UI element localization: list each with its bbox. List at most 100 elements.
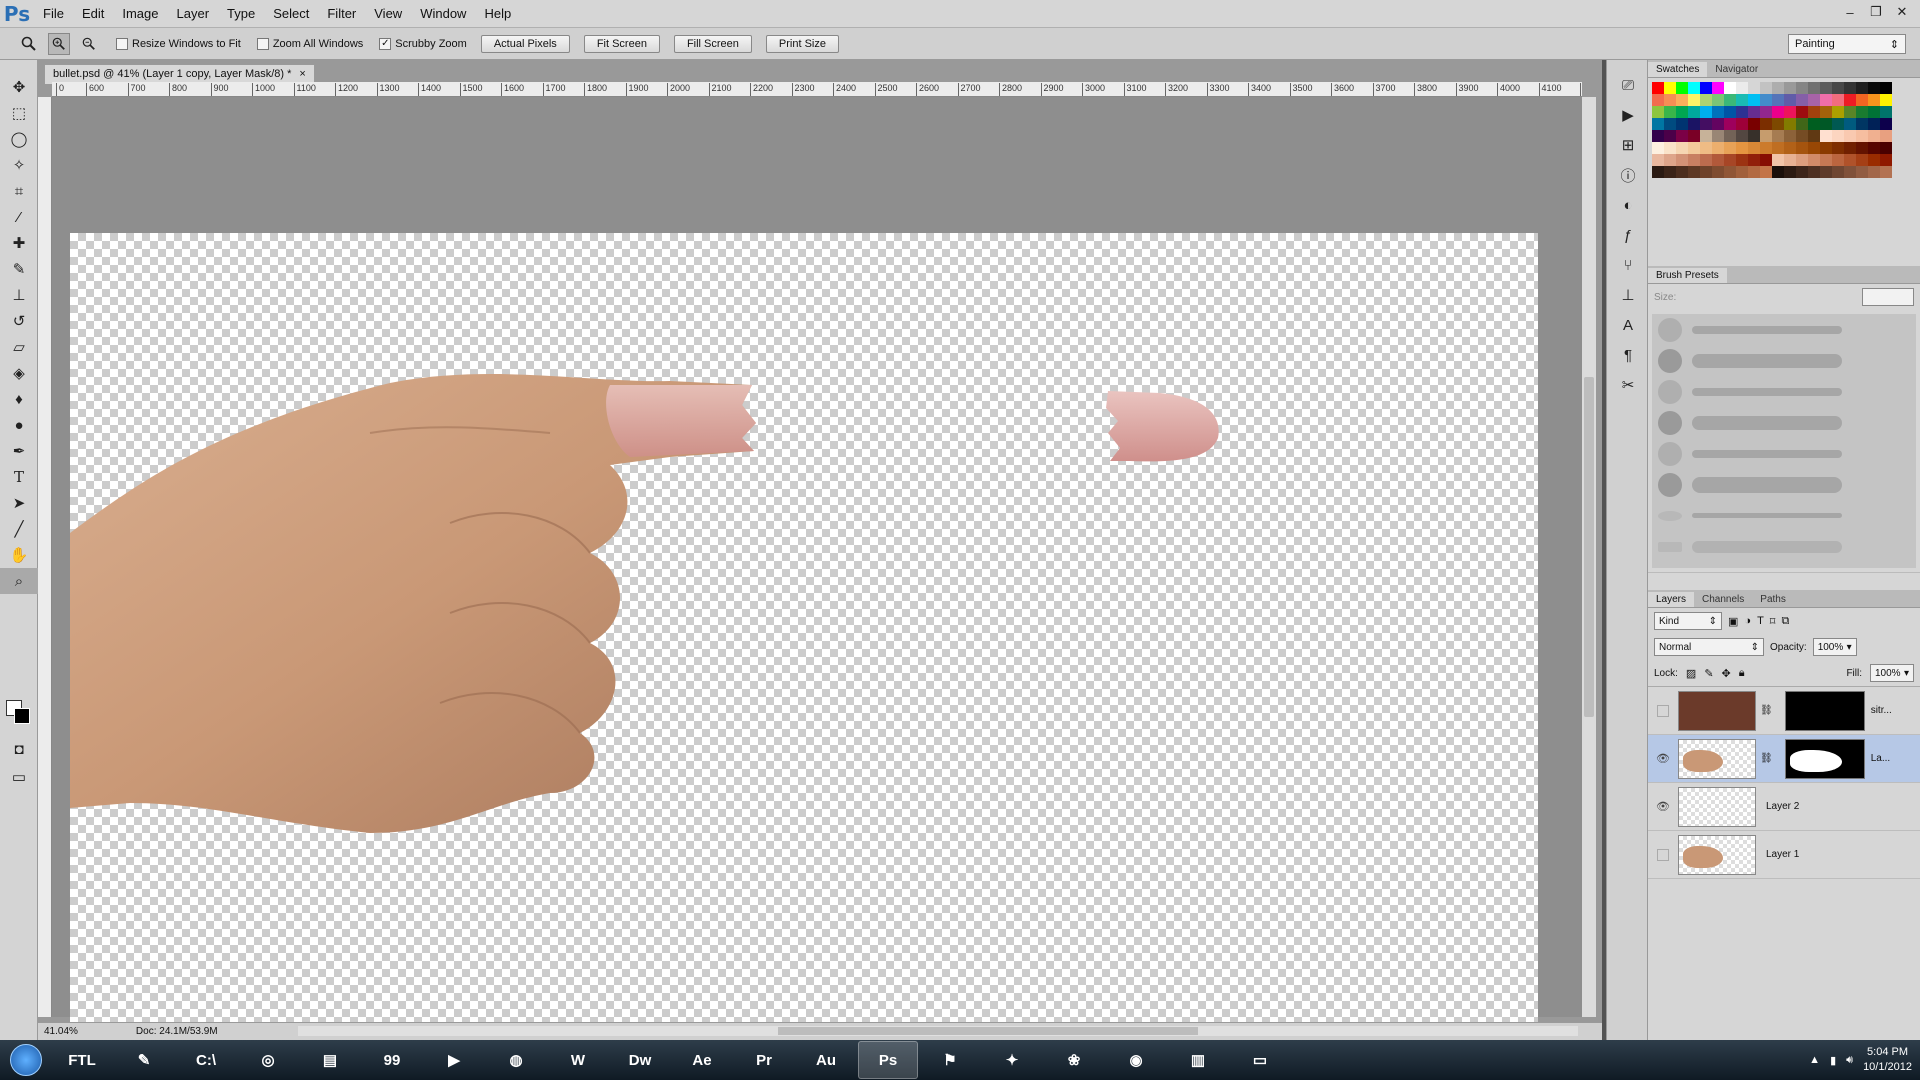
swatch-cell[interactable] (1784, 166, 1796, 178)
swatch-cell[interactable] (1784, 106, 1796, 118)
tab-navigator[interactable]: Navigator (1707, 62, 1766, 77)
restore-icon[interactable]: ❐ (1864, 2, 1888, 22)
swatch-cell[interactable] (1832, 154, 1844, 166)
tab-paths[interactable]: Paths (1752, 592, 1794, 607)
lock-transparency-icon[interactable]: ▨ (1686, 667, 1696, 680)
filter-adjustment-icon[interactable]: ◑ (1744, 615, 1751, 627)
checkbox-checked[interactable]: ✓ (379, 37, 392, 50)
taskbar-app-icon[interactable]: ✦ (982, 1041, 1042, 1079)
swatch-cell[interactable] (1868, 166, 1880, 178)
swatch-cell[interactable] (1664, 166, 1676, 178)
swatch-cell[interactable] (1700, 82, 1712, 94)
taskbar-app-icon[interactable]: ▥ (1168, 1041, 1228, 1079)
swatch-cell[interactable] (1712, 94, 1724, 106)
layer-row[interactable]: ⛓ sitr... (1648, 687, 1920, 735)
document-tab[interactable]: bullet.psd @ 41% (Layer 1 copy, Layer Ma… (44, 64, 315, 84)
swatch-cell[interactable] (1772, 118, 1784, 130)
swatch-cell[interactable] (1796, 118, 1808, 130)
menu-view[interactable]: View (365, 0, 411, 28)
scrubby-zoom-checkbox[interactable]: ✓ Scrubby Zoom (379, 37, 467, 50)
swatch-cell[interactable] (1760, 106, 1772, 118)
swatch-cell[interactable] (1700, 154, 1712, 166)
swatch-cell[interactable] (1772, 166, 1784, 178)
tab-swatches[interactable]: Swatches (1648, 62, 1708, 77)
magic-wand-tool-icon[interactable]: ✧ (0, 152, 38, 178)
canvas[interactable] (70, 233, 1538, 1053)
horizontal-scroll-thumb[interactable] (778, 1027, 1198, 1035)
swatch-cell[interactable] (1796, 166, 1808, 178)
swatch-cell[interactable] (1712, 118, 1724, 130)
swatch-cell[interactable] (1664, 118, 1676, 130)
swatch-cell[interactable] (1844, 166, 1856, 178)
lock-all-icon[interactable]: 🔒︎ (1739, 667, 1745, 680)
swatch-cell[interactable] (1652, 106, 1664, 118)
tab-channels[interactable]: Channels (1694, 592, 1752, 607)
visibility-toggle[interactable] (1657, 704, 1669, 717)
swatch-cell[interactable] (1652, 82, 1664, 94)
swatch-cell[interactable] (1748, 130, 1760, 142)
swatch-cell[interactable] (1868, 118, 1880, 130)
menu-window[interactable]: Window (411, 0, 475, 28)
swatch-cell[interactable] (1796, 106, 1808, 118)
swatch-cell[interactable] (1736, 154, 1748, 166)
tab-brush-presets[interactable]: Brush Presets (1648, 268, 1727, 283)
taskbar-app-icon[interactable]: ✎ (114, 1041, 174, 1079)
path-selection-tool-icon[interactable]: ➤ (0, 490, 38, 516)
swatch-cell[interactable] (1712, 142, 1724, 154)
filter-pixel-icon[interactable]: ▣ (1728, 615, 1738, 628)
brush-preset-item[interactable] (1652, 376, 1916, 407)
swatch-cell[interactable] (1784, 154, 1796, 166)
swatch-cell[interactable] (1784, 82, 1796, 94)
swatch-cell[interactable] (1664, 154, 1676, 166)
taskbar-app-icon[interactable]: ◎ (238, 1041, 298, 1079)
swatch-cell[interactable] (1760, 154, 1772, 166)
move-tool-icon[interactable]: ✥ (0, 74, 38, 100)
kind-filter-select[interactable]: Kind ⇕ (1654, 612, 1722, 630)
paragraph-panel-icon[interactable]: ¶ (1607, 340, 1649, 370)
swatch-cell[interactable] (1772, 106, 1784, 118)
vertical-scroll-thumb[interactable] (1584, 377, 1594, 717)
swatch-cell[interactable] (1652, 130, 1664, 142)
swatch-cell[interactable] (1856, 130, 1868, 142)
fit-screen-button[interactable]: Fit Screen (583, 34, 660, 53)
blur-tool-icon[interactable]: ♦ (0, 386, 38, 412)
menu-file[interactable]: File (34, 0, 73, 28)
resize-windows-checkbox[interactable]: Resize Windows to Fit (116, 37, 241, 50)
swatch-cell[interactable] (1880, 130, 1892, 142)
swatch-cell[interactable] (1748, 106, 1760, 118)
healing-brush-tool-icon[interactable]: ✚ (0, 230, 38, 256)
zoom-level[interactable]: 41.04% (44, 1026, 78, 1037)
swatch-cell[interactable] (1688, 142, 1700, 154)
swatch-cell[interactable] (1724, 94, 1736, 106)
lasso-tool-icon[interactable]: ◯ (0, 126, 38, 152)
swatch-cell[interactable] (1844, 130, 1856, 142)
swatch-cell[interactable] (1844, 154, 1856, 166)
swatch-cell[interactable] (1688, 166, 1700, 178)
swatch-cell[interactable] (1844, 142, 1856, 154)
swatch-cell[interactable] (1712, 82, 1724, 94)
opacity-input[interactable]: 100% ▾ (1812, 638, 1857, 656)
swatch-cell[interactable] (1796, 94, 1808, 106)
swatch-cell[interactable] (1724, 142, 1736, 154)
swatch-cell[interactable] (1856, 106, 1868, 118)
lock-position-icon[interactable]: ✥ (1722, 667, 1731, 680)
swatch-cell[interactable] (1784, 130, 1796, 142)
swatch-cell[interactable] (1784, 94, 1796, 106)
styles-panel-icon[interactable]: ƒ (1607, 220, 1649, 250)
type-tool-icon[interactable]: T (0, 464, 38, 490)
zoom-all-checkbox[interactable]: Zoom All Windows (256, 37, 363, 50)
swatch-cell[interactable] (1760, 142, 1772, 154)
menu-filter[interactable]: Filter (318, 0, 365, 28)
swatch-cell[interactable] (1868, 94, 1880, 106)
swatch-cell[interactable] (1652, 154, 1664, 166)
swatch-cell[interactable] (1736, 142, 1748, 154)
swatch-cell[interactable] (1724, 82, 1736, 94)
brush-preset-item[interactable] (1652, 469, 1916, 500)
swatch-cell[interactable] (1676, 82, 1688, 94)
taskbar-app-icon[interactable]: ◉ (1106, 1041, 1166, 1079)
swatch-cell[interactable] (1820, 94, 1832, 106)
swatch-cell[interactable] (1760, 166, 1772, 178)
swatch-cell[interactable] (1844, 106, 1856, 118)
swatch-cell[interactable] (1808, 154, 1820, 166)
clock[interactable]: 5:04 PM 10/1/2012 (1863, 1045, 1912, 1075)
